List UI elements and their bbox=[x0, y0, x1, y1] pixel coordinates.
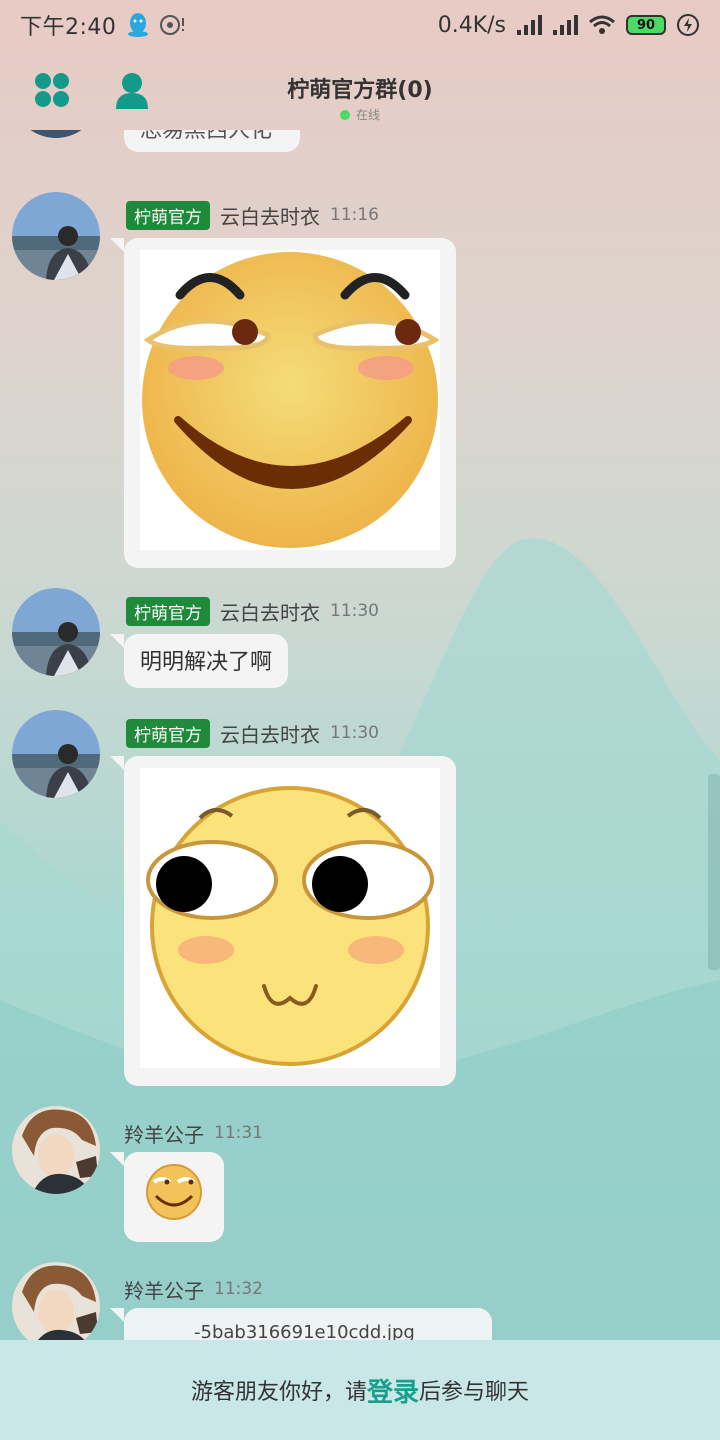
message-time: 11:16 bbox=[330, 205, 379, 225]
status-time: 下午2:40 bbox=[20, 15, 117, 40]
message-bubble[interactable] bbox=[110, 756, 456, 1086]
avatar[interactable] bbox=[12, 192, 100, 280]
message-text: 明明解决了啊 bbox=[140, 650, 273, 675]
media-icon bbox=[160, 14, 186, 36]
signal-icon bbox=[516, 14, 542, 36]
admin-tag: 柠萌官方 bbox=[126, 596, 210, 626]
message-time: 11:30 bbox=[330, 601, 379, 621]
message-bubble[interactable]: 明明解决了啊 bbox=[109, 634, 289, 688]
message-bubble[interactable] bbox=[110, 1152, 224, 1242]
login-link[interactable]: 登录 bbox=[367, 1372, 419, 1409]
message-meta: 柠萌官方 云白去时衣 11:16 bbox=[126, 200, 379, 230]
wifi-icon bbox=[588, 14, 616, 36]
avatar[interactable] bbox=[12, 130, 100, 138]
cute-emoji-image[interactable] bbox=[140, 768, 440, 1068]
message-time: 11:32 bbox=[214, 1279, 263, 1299]
message-meta: 羚羊公子 11:32 bbox=[124, 1274, 263, 1304]
message-bubble[interactable] bbox=[110, 238, 456, 568]
charging-icon bbox=[676, 13, 700, 37]
guest-login-prompt: 游客朋友你好，请 登录 后参与聊天 bbox=[0, 1340, 720, 1440]
sender-name[interactable]: 羚羊公子 bbox=[124, 1119, 204, 1148]
smirk-emoji-image[interactable] bbox=[140, 250, 440, 550]
online-dot-icon bbox=[339, 110, 350, 120]
avatar[interactable] bbox=[12, 710, 100, 798]
message-meta: 羚羊公子 11:31 bbox=[124, 1118, 263, 1148]
signal-icon bbox=[552, 14, 578, 36]
message-time: 11:30 bbox=[330, 723, 379, 743]
message-meta: 柠萌官方 云白去时衣 11:30 bbox=[126, 596, 379, 626]
file-name: -5bab316691e10cdd.jpg bbox=[194, 1322, 415, 1340]
online-label: 在线 bbox=[355, 108, 380, 122]
message-bubble[interactable]: 恐易黑西人化 bbox=[124, 130, 300, 152]
smirk-small-emoji[interactable] bbox=[146, 1164, 202, 1220]
message-meta: 柠萌官方 云白去时衣 11:30 bbox=[126, 718, 379, 748]
sender-name[interactable]: 云白去时衣 bbox=[220, 719, 320, 748]
file-message-bubble[interactable]: -5bab316691e10cdd.jpg bbox=[110, 1308, 492, 1340]
group-title: 柠萌官方群 bbox=[287, 78, 398, 103]
sender-name[interactable]: 云白去时衣 bbox=[220, 201, 320, 230]
qq-icon bbox=[126, 12, 150, 38]
sender-name[interactable]: 云白去时衣 bbox=[220, 597, 320, 626]
battery-icon: 90 bbox=[626, 15, 666, 35]
chat-header: 柠萌官方群(0) 在线 bbox=[0, 50, 720, 130]
scrollbar[interactable] bbox=[708, 774, 720, 970]
footer-prefix: 游客朋友你好，请 bbox=[190, 1380, 367, 1405]
avatar[interactable] bbox=[12, 1106, 100, 1194]
avatar[interactable] bbox=[12, 588, 100, 676]
member-count: (0) bbox=[397, 78, 433, 103]
sender-name[interactable]: 羚羊公子 bbox=[124, 1275, 204, 1304]
footer-suffix: 后参与聊天 bbox=[419, 1380, 530, 1405]
avatar[interactable] bbox=[12, 1262, 100, 1340]
message-time: 11:31 bbox=[214, 1123, 263, 1143]
net-speed: 0.4K/s bbox=[437, 12, 506, 38]
chat-message-list[interactable]: 恐易黑西人化 柠萌官方 云白去时衣 11:16 柠萌官方 云白去时衣 11:30… bbox=[0, 130, 720, 1340]
online-status: 在线 bbox=[0, 106, 720, 123]
admin-tag: 柠萌官方 bbox=[126, 200, 210, 230]
message-text: 恐易黑西人化 bbox=[140, 130, 273, 143]
admin-tag: 柠萌官方 bbox=[126, 718, 210, 748]
status-bar: 下午2:40 0.4K/s 90 bbox=[0, 0, 720, 50]
